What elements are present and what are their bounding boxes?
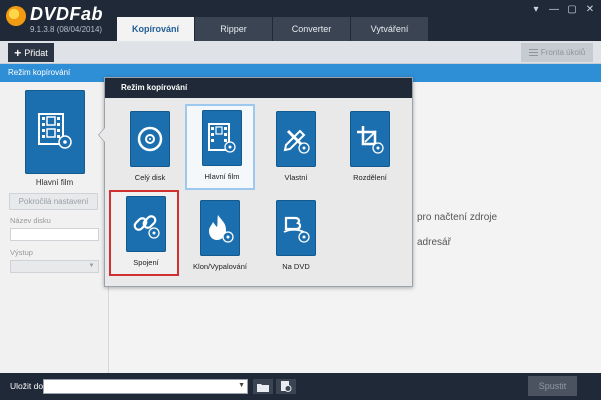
folder-icon (257, 383, 269, 392)
toolbar: + Přidat Fronta úkolů (0, 41, 601, 64)
output-select[interactable]: ▼ (10, 260, 99, 273)
title-bar: DVDFab 9.1.3.8 (08/04/2014) Kopírování R… (0, 0, 601, 41)
plus-icon: + (14, 45, 22, 60)
maximize-icon[interactable]: ▢ (567, 4, 577, 15)
flame-icon (209, 215, 234, 243)
task-queue-button[interactable]: Fronta úkolů (521, 43, 593, 62)
dvdfab-logo-icon (6, 6, 26, 26)
mode-tile (200, 200, 240, 256)
browse-folder-button[interactable] (253, 379, 273, 394)
mode-cely-disk[interactable]: Celý disk (115, 107, 185, 193)
mode-klon-vypalovani[interactable]: Klon/Vypalování (185, 196, 255, 282)
disc-name-label: Název disku (10, 216, 51, 225)
mode-label: Hlavní film (204, 172, 240, 181)
mode-label: Na DVD (282, 262, 310, 271)
mode-label: Klon/Vypalování (193, 262, 247, 271)
mode-vlastni[interactable]: Vlastní (261, 107, 331, 193)
mode-tile (126, 196, 166, 252)
mode-rozdeleni[interactable]: Rozdělení (335, 107, 405, 193)
save-to-label: Uložit do: (10, 381, 46, 391)
minimize-icon[interactable]: — (549, 4, 559, 15)
advanced-settings-button[interactable]: Pokročilá nastavení (9, 193, 98, 210)
iso-file-icon (281, 381, 292, 392)
mode-header-label: Režim kopírování (8, 68, 71, 77)
mode-tile (276, 111, 316, 167)
app-logo: DVDFab 9.1.3.8 (08/04/2014) (6, 4, 116, 38)
mode-hlavni-film[interactable]: Hlavní film (185, 104, 255, 190)
mode-spojeni[interactable]: Spojení (109, 190, 179, 276)
chain-link-icon (133, 215, 160, 239)
crop-icon (357, 126, 384, 154)
popup-title: Režim kopírování (121, 83, 188, 92)
left-panel: Hlavní film Pokročilá nastavení Název di… (0, 82, 109, 373)
mode-tile (130, 111, 170, 167)
disc-name-input[interactable] (10, 228, 99, 241)
directory-hint: adresář (417, 237, 451, 248)
mode-tile (202, 110, 242, 166)
film-icon (208, 123, 236, 153)
close-icon[interactable]: ✕ (585, 4, 595, 15)
iso-button[interactable] (276, 379, 296, 394)
current-mode-label: Hlavní film (35, 178, 74, 187)
mode-label: Rozdělení (353, 173, 387, 182)
add-button-label: Přidat (24, 47, 48, 58)
save-to-input[interactable]: ▼ (43, 379, 248, 394)
tab-ripper[interactable]: Ripper (195, 17, 272, 41)
app-name: DVDFab (30, 4, 104, 24)
tab-vytvareni[interactable]: Vytváření (351, 17, 428, 41)
mode-label: Spojení (133, 258, 159, 267)
pencil-ruler-icon (283, 129, 310, 154)
popup-header: Režim kopírování (105, 78, 412, 98)
mode-tile (350, 111, 390, 167)
mode-tile (276, 200, 316, 256)
add-button[interactable]: + Přidat (8, 43, 54, 62)
bluray-to-dvd-icon (283, 216, 310, 243)
mode-label: Vlastní (284, 173, 308, 182)
mode-na-dvd[interactable]: Na DVD (261, 196, 331, 282)
current-mode-tile[interactable] (25, 90, 85, 174)
output-label: Výstup (10, 248, 33, 257)
tab-kopirovani[interactable]: Kopírování (117, 17, 194, 41)
bottom-bar: Uložit do: ▼ Spustit (0, 373, 601, 400)
main-tabs: Kopírování Ripper Converter Vytváření (117, 17, 429, 41)
app-version: 9.1.3.8 (08/04/2014) (30, 25, 103, 34)
film-icon (38, 113, 72, 149)
window-controls: ▾ — ▢ ✕ (531, 4, 595, 15)
mode-label: Celý disk (134, 173, 166, 182)
task-queue-label: Fronta úkolů (540, 48, 586, 57)
disc-icon (137, 126, 163, 152)
tab-converter[interactable]: Converter (273, 17, 350, 41)
source-load-hint: pro načtení zdroje (417, 212, 498, 223)
list-icon (528, 49, 538, 56)
menu-dropdown-icon[interactable]: ▾ (531, 4, 541, 15)
chevron-down-icon[interactable]: ▼ (238, 382, 245, 389)
chevron-down-icon: ▼ (88, 263, 95, 269)
copy-mode-popup: Režim kopírování Celý disk Hlavní film V… (98, 77, 413, 287)
popup-pointer-inner (99, 128, 105, 142)
start-button[interactable]: Spustit (528, 376, 577, 396)
